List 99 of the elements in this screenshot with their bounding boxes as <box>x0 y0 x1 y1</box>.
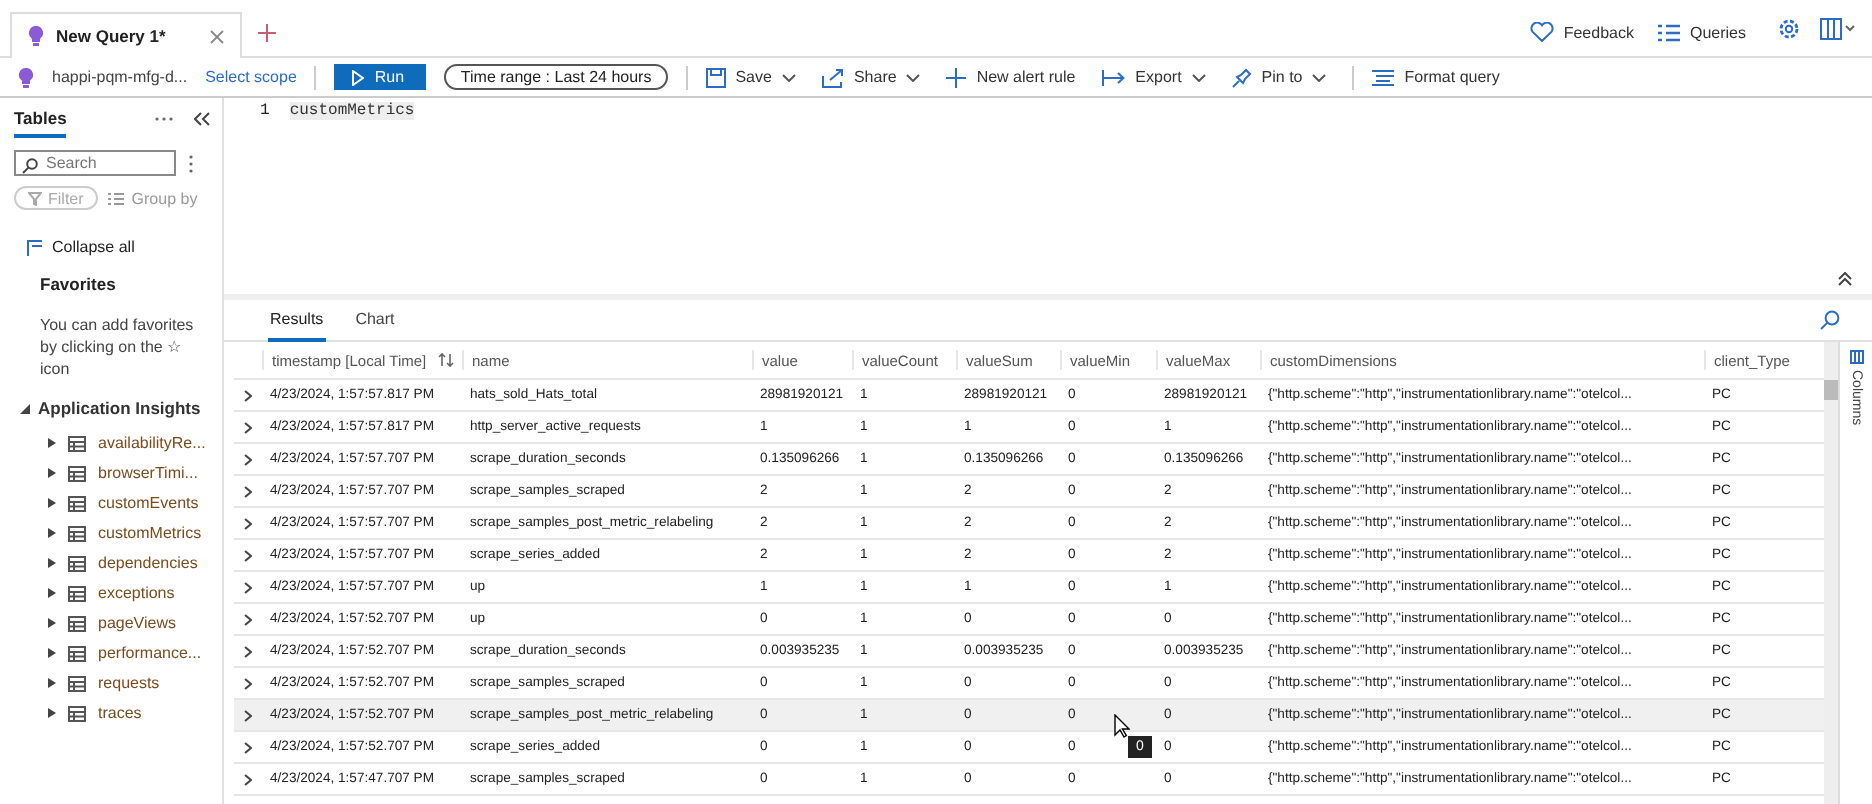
tree-group[interactable]: Application Insights <box>20 398 222 418</box>
table-icon <box>68 705 86 721</box>
expand-triangle-icon <box>48 468 56 478</box>
table-item[interactable]: pageViews <box>48 608 222 638</box>
table-icon <box>68 435 86 451</box>
chevron-right-icon[interactable] <box>244 453 252 465</box>
toolbar-action[interactable]: Format query <box>1372 68 1500 86</box>
chevron-right-icon[interactable] <box>244 485 252 497</box>
plus-icon <box>946 67 967 87</box>
time-range-button[interactable]: Time range : Last 24 hours <box>444 64 668 90</box>
toolbar-action[interactable]: Pin to <box>1231 67 1327 87</box>
heart-icon <box>1529 22 1554 42</box>
chevron-right-icon[interactable] <box>244 517 252 529</box>
query-tab[interactable]: New Query 1* <box>10 12 242 58</box>
table-icon <box>68 495 86 511</box>
table-item[interactable]: traces <box>48 698 222 728</box>
chevron-right-icon[interactable] <box>244 773 252 785</box>
chevron-right-icon[interactable] <box>244 421 252 433</box>
run-button[interactable]: Run <box>334 64 427 90</box>
chevron-down-icon <box>906 73 921 81</box>
expand-triangle-icon <box>20 403 30 413</box>
table-item[interactable]: dependencies <box>48 548 222 578</box>
table-icon <box>68 615 86 631</box>
expand-triangle-icon <box>48 558 56 568</box>
table-item[interactable]: exceptions <box>48 578 222 608</box>
select-scope-link[interactable]: Select scope <box>205 68 297 86</box>
tables-tab[interactable]: Tables <box>14 99 67 137</box>
save-icon <box>705 67 726 87</box>
play-icon <box>352 69 365 85</box>
chevron-right-icon[interactable] <box>244 549 252 561</box>
table-icon <box>68 525 86 541</box>
chevron-right-icon[interactable] <box>244 613 252 625</box>
expand-triangle-icon <box>48 528 56 538</box>
toolbar-action[interactable]: Save <box>705 67 796 87</box>
export-icon <box>1101 69 1126 85</box>
chevron-down-icon <box>1312 73 1327 81</box>
collapse-icon[interactable] <box>194 111 210 125</box>
add-tab-icon[interactable] <box>257 24 276 42</box>
bulb-icon <box>18 67 34 87</box>
chevron-down-icon <box>781 73 796 81</box>
favorites-hint: You can add favorites by clicking on the ☆ icon <box>40 314 196 380</box>
sort-icon[interactable] <box>438 352 455 368</box>
table-item[interactable]: availabilityRe... <box>48 428 222 458</box>
table-icon <box>68 465 86 481</box>
collapse-all-button[interactable]: Collapse all <box>26 238 222 256</box>
share-icon <box>821 67 844 87</box>
expand-triangle-icon <box>48 708 56 718</box>
search-icon[interactable] <box>1820 310 1840 330</box>
table-item[interactable]: performance... <box>48 638 222 668</box>
chevron-right-icon[interactable] <box>244 677 252 689</box>
table-item[interactable]: requests <box>48 668 222 698</box>
chevron-right-icon[interactable] <box>244 741 252 753</box>
layout-icon[interactable] <box>1820 18 1856 40</box>
chevron-right-icon[interactable] <box>244 709 252 721</box>
feedback-button[interactable]: Feedback <box>1529 22 1634 42</box>
favorites-heading: Favorites <box>40 274 118 294</box>
toolbar-action[interactable]: Share <box>821 67 921 87</box>
settings-icon[interactable] <box>1778 18 1800 40</box>
line-number: 1 <box>260 102 270 120</box>
query-editor[interactable]: 1 customMetrics <box>224 98 1872 300</box>
chevron-right-icon[interactable] <box>244 389 252 401</box>
chevron-right-icon[interactable] <box>244 645 252 657</box>
scrollbar-thumb[interactable] <box>1824 380 1839 400</box>
chevron-down-icon <box>1191 73 1206 81</box>
expand-triangle-icon <box>48 618 56 628</box>
filter-icon <box>28 191 42 205</box>
expand-triangle-icon <box>48 648 56 658</box>
list-icon <box>1657 24 1680 42</box>
collapse-all-icon <box>26 239 44 255</box>
table-icon <box>68 585 86 601</box>
close-icon[interactable] <box>209 29 224 43</box>
chevron-right-icon[interactable] <box>244 581 252 593</box>
table-item[interactable]: customEvents <box>48 488 222 518</box>
results-tab[interactable]: Results <box>268 299 326 341</box>
expand-triangle-icon <box>48 438 56 448</box>
toolbar-action[interactable]: Export <box>1101 68 1206 86</box>
more-vertical-icon[interactable] <box>188 153 194 173</box>
results-tab[interactable]: Chart <box>353 299 397 341</box>
table-icon <box>68 645 86 661</box>
expand-triangle-icon <box>48 588 56 598</box>
query-code: customMetrics <box>289 102 415 120</box>
table-item[interactable]: browserTimi... <box>48 458 222 488</box>
pin-icon <box>1231 67 1252 87</box>
collapse-up-icon[interactable] <box>1838 272 1852 286</box>
scope-name: happi-pqm-mfg-d... <box>52 68 188 86</box>
mouse-cursor-icon <box>1114 714 1130 738</box>
format-icon <box>1372 69 1395 85</box>
bulb-icon <box>28 26 44 46</box>
expand-triangle-icon <box>48 678 56 688</box>
expand-triangle-icon <box>48 498 56 508</box>
queries-button[interactable]: Queries <box>1657 24 1746 42</box>
toolbar-action[interactable]: New alert rule <box>946 67 1076 87</box>
search-field[interactable]: Search <box>14 150 176 176</box>
columns-icon[interactable] <box>1849 350 1864 364</box>
more-icon[interactable] <box>154 115 174 121</box>
list-icon <box>107 191 124 205</box>
table-icon <box>68 555 86 571</box>
table-icon <box>68 675 86 691</box>
table-item[interactable]: customMetrics <box>48 518 222 548</box>
